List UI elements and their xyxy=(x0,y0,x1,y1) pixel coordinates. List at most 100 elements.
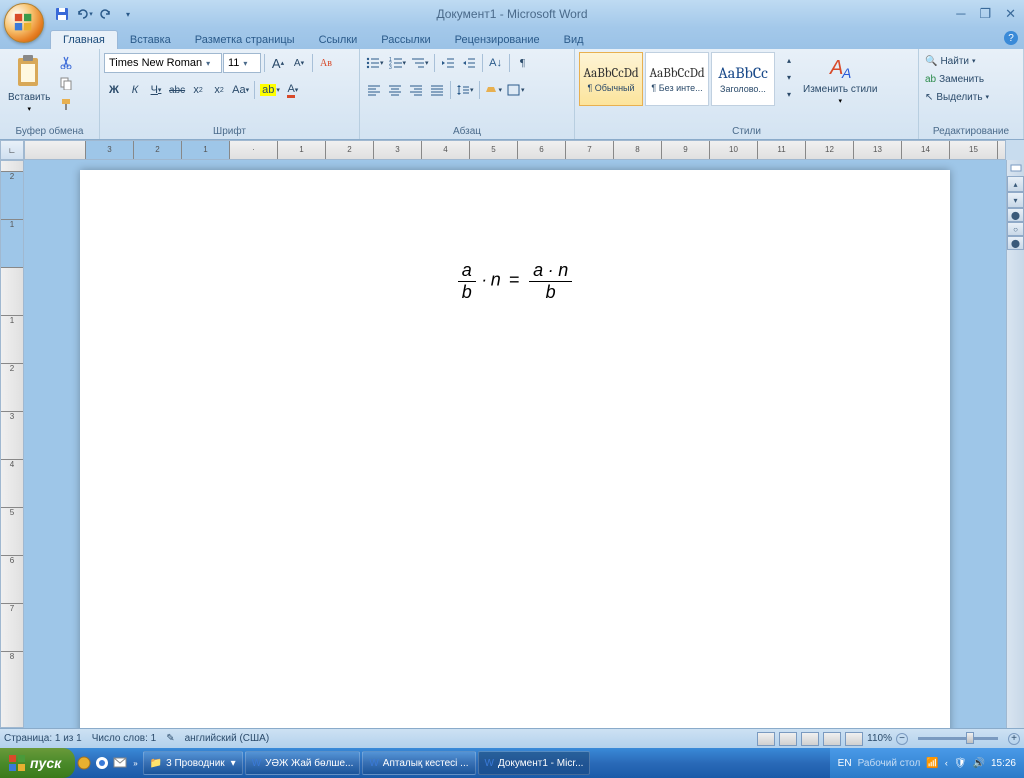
status-words[interactable]: Число слов: 1 xyxy=(92,733,156,744)
shrink-font-button[interactable]: A▾ xyxy=(289,53,309,73)
select-button[interactable]: ↖Выделить▾ xyxy=(923,88,991,106)
view-print-layout[interactable] xyxy=(757,732,775,746)
change-styles-button[interactable]: AA Изменить стили▾ xyxy=(799,52,881,107)
restore-button[interactable]: ❐ xyxy=(975,6,995,22)
clock[interactable]: 15:26 xyxy=(991,758,1016,769)
strike-button[interactable]: abc xyxy=(167,80,187,100)
tray-shield-icon[interactable]: 🛡 xyxy=(954,758,967,769)
view-outline[interactable] xyxy=(823,732,841,746)
qat-customize[interactable]: ▾ xyxy=(118,4,138,24)
paste-button[interactable]: Вставить ▾ xyxy=(4,52,54,115)
next-page-button[interactable]: ⬤ xyxy=(1007,236,1024,250)
style-nospacing[interactable]: AaBbCcDd¶ Без инте... xyxy=(645,52,709,106)
tab-mailings[interactable]: Рассылки xyxy=(369,31,442,49)
task-doc1[interactable]: WУӘЖ Жай бөлше... xyxy=(245,751,361,775)
cut-button[interactable] xyxy=(56,52,76,72)
ql-amberjack[interactable] xyxy=(75,754,93,772)
office-button[interactable] xyxy=(4,3,44,43)
page-scroll[interactable]: ab ∙ n = a ∙ nb xyxy=(24,160,1006,728)
replace-button[interactable]: abЗаменить xyxy=(923,70,986,88)
indent-inc-button[interactable] xyxy=(459,53,479,73)
ruler-toggle-icon[interactable] xyxy=(1010,162,1022,174)
zoom-slider[interactable] xyxy=(918,737,998,740)
highlight-button[interactable]: ab▾ xyxy=(258,80,282,100)
change-case-button[interactable]: Aa▾ xyxy=(230,80,251,100)
view-web-layout[interactable] xyxy=(801,732,819,746)
status-proof-icon[interactable]: ✎ xyxy=(166,733,174,744)
show-marks-button[interactable]: ¶ xyxy=(513,53,533,73)
tab-view[interactable]: Вид xyxy=(552,31,596,49)
qat-undo[interactable]: ▾ xyxy=(74,4,94,24)
ruler-horizontal[interactable]: 321 ·1234567891011121314151617 xyxy=(24,140,1006,160)
tab-review[interactable]: Рецензирование xyxy=(443,31,552,49)
format-painter-button[interactable] xyxy=(56,94,76,114)
browse-object-button[interactable]: ○ xyxy=(1007,222,1024,236)
task-doc3[interactable]: WДокумент1 - Micr... xyxy=(478,751,591,775)
subscript-button[interactable]: x2 xyxy=(188,80,208,100)
copy-button[interactable] xyxy=(56,73,76,93)
view-draft[interactable] xyxy=(845,732,863,746)
tab-home[interactable]: Главная xyxy=(50,30,118,49)
scroll-down-button[interactable]: ▾ xyxy=(1007,192,1024,208)
tray-icon[interactable]: 📶 xyxy=(926,758,938,769)
font-color-button[interactable]: A▾ xyxy=(283,80,303,100)
start-button[interactable]: пуск xyxy=(0,748,75,778)
equation[interactable]: ab ∙ n = a ∙ nb xyxy=(170,260,860,303)
ql-mail[interactable] xyxy=(111,754,129,772)
numbering-button[interactable]: 123▾ xyxy=(387,53,409,73)
align-left-button[interactable] xyxy=(364,80,384,100)
font-size-combo[interactable]: 11▾ xyxy=(223,53,261,73)
bold-button[interactable]: Ж xyxy=(104,80,124,100)
task-explorer[interactable]: 📁3 Проводник▾ xyxy=(143,751,243,775)
prev-page-button[interactable]: ⬤ xyxy=(1007,208,1024,222)
italic-button[interactable]: К xyxy=(125,80,145,100)
zoom-out-button[interactable]: − xyxy=(896,733,908,745)
bullets-button[interactable]: ▾ xyxy=(364,53,386,73)
tab-selector[interactable]: ∟ xyxy=(0,140,24,160)
tab-layout[interactable]: Разметка страницы xyxy=(183,31,307,49)
qat-save[interactable] xyxy=(52,4,72,24)
multilevel-button[interactable]: ▾ xyxy=(409,53,431,73)
borders-button[interactable]: ▾ xyxy=(505,80,527,100)
align-center-button[interactable] xyxy=(385,80,405,100)
styles-down[interactable]: ▾ xyxy=(779,69,799,86)
show-desktop[interactable]: Рабочий стол xyxy=(858,758,921,769)
sort-button[interactable]: A↓ xyxy=(486,53,506,73)
align-right-button[interactable] xyxy=(406,80,426,100)
find-button[interactable]: 🔍Найти▾ xyxy=(923,52,978,70)
shading-button[interactable]: ▾ xyxy=(483,80,505,100)
line-spacing-button[interactable]: ▾ xyxy=(454,80,476,100)
lang-indicator[interactable]: EN xyxy=(838,758,852,769)
ruler-vertical[interactable]: 21 12345678 xyxy=(0,160,24,728)
task-doc2[interactable]: WАпталық кестесі ... xyxy=(362,751,475,775)
align-justify-button[interactable] xyxy=(427,80,447,100)
status-lang[interactable]: английский (США) xyxy=(185,733,270,744)
styles-up[interactable]: ▴ xyxy=(779,52,799,69)
superscript-button[interactable]: x2 xyxy=(209,80,229,100)
zoom-in-button[interactable]: + xyxy=(1008,733,1020,745)
scrollbar-vertical[interactable]: ▴ ▾ ⬤ ○ ⬤ xyxy=(1006,160,1024,728)
tray-volume-icon[interactable]: 🔊 xyxy=(973,758,985,769)
clear-format-button[interactable]: Aʙ xyxy=(316,53,336,73)
qat-redo[interactable] xyxy=(96,4,116,24)
font-name-combo[interactable]: Times New Roman▾ xyxy=(104,53,222,73)
close-button[interactable]: ✕ xyxy=(1001,6,1020,22)
zoom-level[interactable]: 110% xyxy=(867,733,892,744)
ql-chrome[interactable] xyxy=(93,754,111,772)
help-button[interactable]: ? xyxy=(1004,31,1018,45)
grow-font-button[interactable]: A▴ xyxy=(268,53,288,73)
minimize-button[interactable]: ─ xyxy=(952,6,969,22)
line-spacing-icon xyxy=(456,84,470,96)
scroll-up-button[interactable]: ▴ xyxy=(1007,176,1024,192)
tab-insert[interactable]: Вставка xyxy=(118,31,183,49)
tab-references[interactable]: Ссылки xyxy=(307,31,370,49)
page[interactable]: ab ∙ n = a ∙ nb xyxy=(80,170,950,728)
underline-button[interactable]: Ч▾ xyxy=(146,80,166,100)
tray-expand[interactable]: ‹ xyxy=(945,758,948,768)
styles-more[interactable]: ▾ xyxy=(779,86,799,103)
indent-dec-button[interactable] xyxy=(438,53,458,73)
status-page[interactable]: Страница: 1 из 1 xyxy=(4,733,82,744)
view-full-screen[interactable] xyxy=(779,732,797,746)
style-normal[interactable]: AaBbCcDd¶ Обычный xyxy=(579,52,643,106)
style-heading1[interactable]: AaBbCcЗаголово... xyxy=(711,52,775,106)
